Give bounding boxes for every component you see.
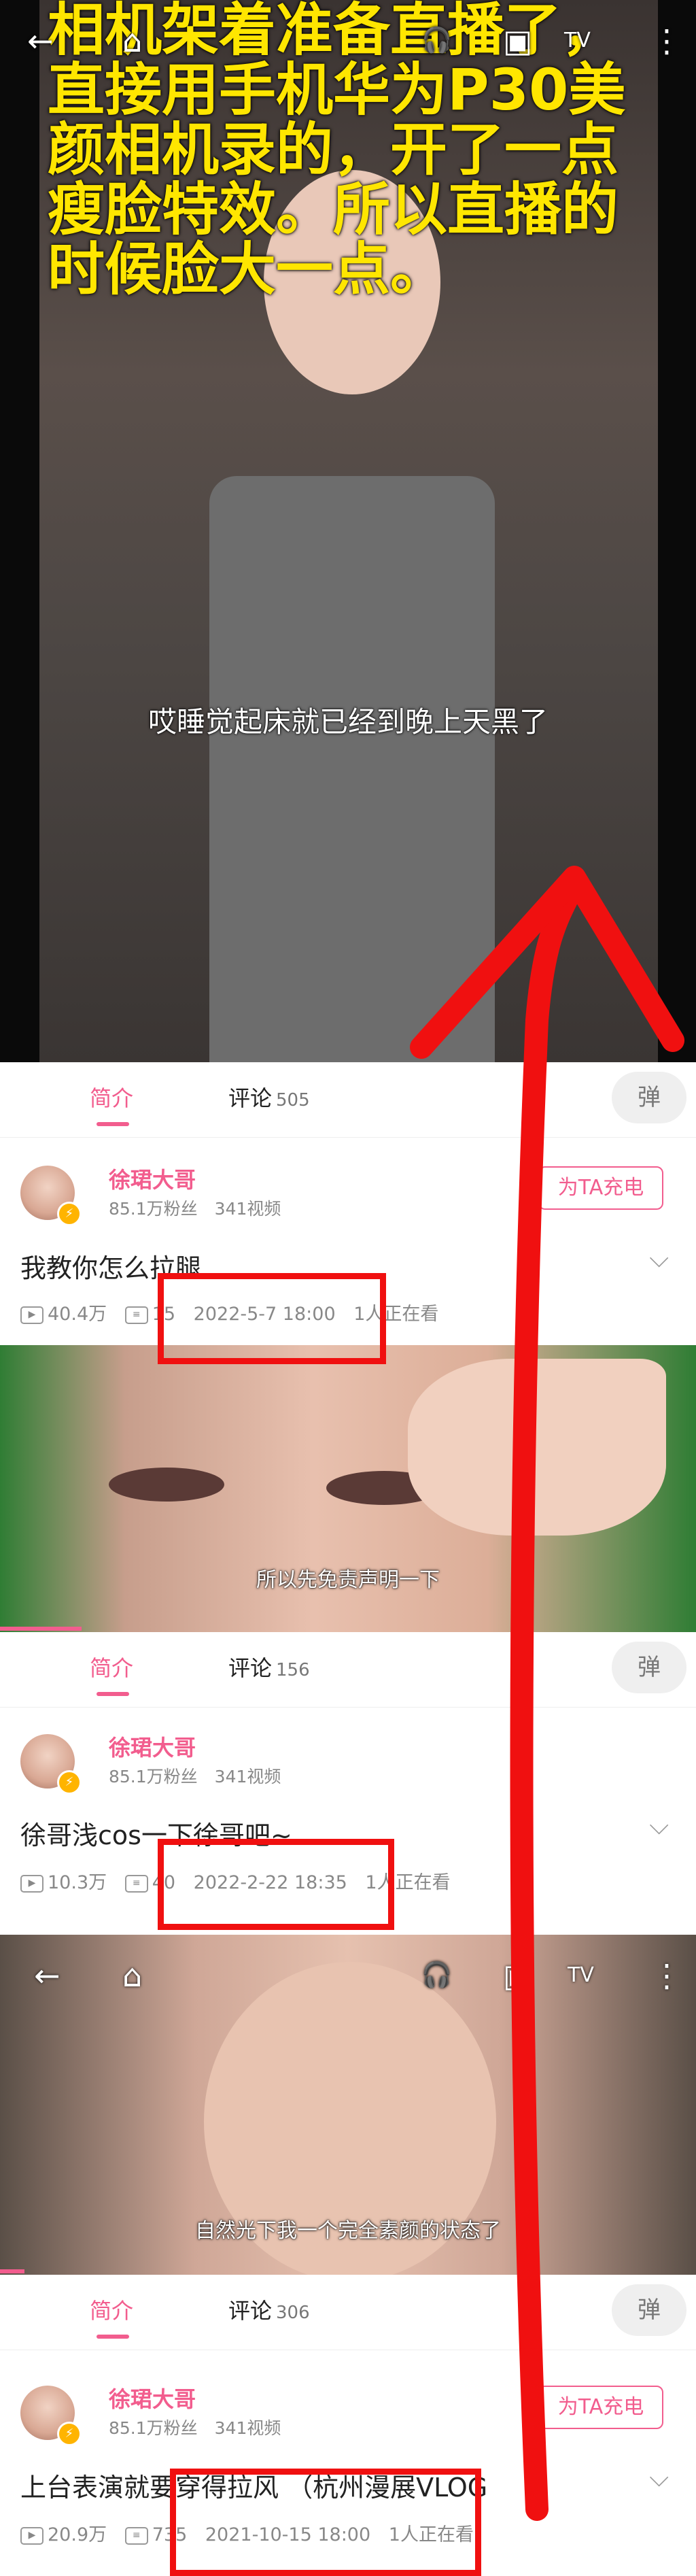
annotation-arrow — [410, 866, 684, 2521]
